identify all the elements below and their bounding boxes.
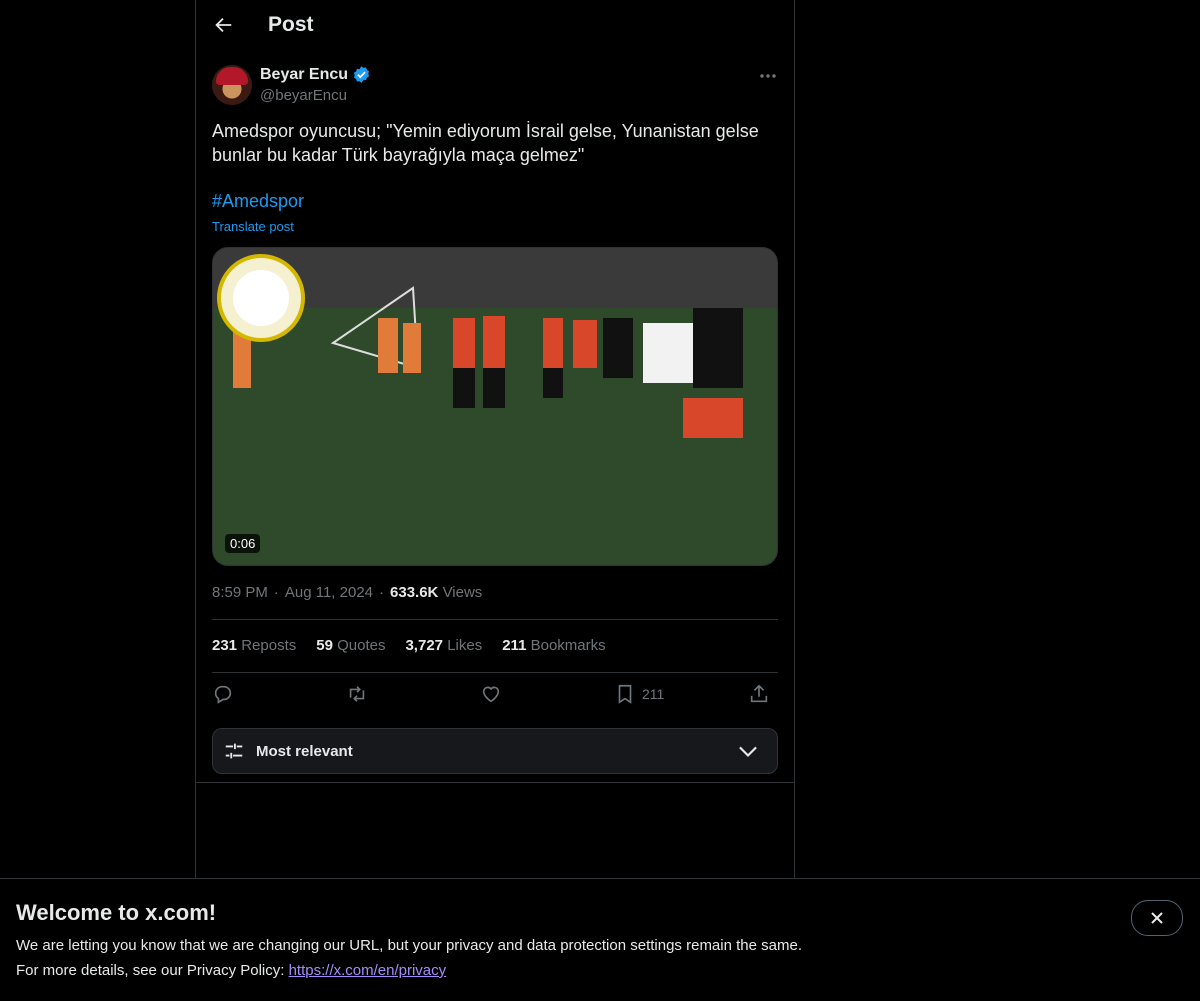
verified-badge-icon bbox=[354, 66, 370, 83]
divider bbox=[212, 672, 778, 673]
bookmark-button[interactable]: 211 bbox=[614, 683, 664, 705]
avatar[interactable] bbox=[212, 65, 252, 105]
more-options-icon[interactable] bbox=[756, 64, 780, 88]
bookmark-icon bbox=[618, 684, 632, 704]
engagement-stats: 231 Reposts 59 Quotes 3,727 Likes 211 Bo… bbox=[212, 637, 606, 654]
author-name-row: Beyar Encu bbox=[260, 65, 371, 84]
page-title: Post bbox=[268, 13, 314, 36]
chevron-down-icon bbox=[739, 746, 757, 758]
meta-separator: · bbox=[273, 584, 279, 601]
close-icon bbox=[1151, 912, 1163, 924]
video-duration: 0:06 bbox=[225, 534, 261, 553]
meta-separator: · bbox=[379, 584, 385, 601]
post-column: Post Beyar Encu @beyarEncu Amedspor oyun… bbox=[195, 0, 795, 878]
back-arrow-icon[interactable] bbox=[212, 14, 234, 36]
heart-icon bbox=[482, 686, 500, 703]
privacy-policy-link[interactable]: https://x.com/en/privacy bbox=[289, 962, 447, 979]
post-date[interactable]: Aug 11, 2024 bbox=[285, 584, 373, 601]
banner-close-button[interactable] bbox=[1131, 900, 1183, 936]
share-button[interactable] bbox=[748, 683, 770, 705]
hashtag-link[interactable]: #Amedspor bbox=[212, 191, 304, 212]
sliders-icon bbox=[225, 743, 243, 759]
post-header: Post bbox=[196, 0, 794, 55]
share-icon bbox=[750, 684, 768, 703]
divider bbox=[212, 619, 778, 620]
stat-bookmarks[interactable]: 211 Bookmarks bbox=[502, 637, 605, 654]
author-name[interactable]: Beyar Encu bbox=[260, 66, 348, 84]
welcome-banner: Welcome to x.com! We are letting you kno… bbox=[0, 878, 1200, 1001]
views-count: 633.6K bbox=[390, 584, 439, 601]
stat-reposts[interactable]: 231 Reposts bbox=[212, 637, 296, 654]
reply-button[interactable] bbox=[212, 683, 234, 705]
sort-label: Most relevant bbox=[256, 743, 353, 760]
reply-icon bbox=[214, 685, 232, 704]
banner-title: Welcome to x.com! bbox=[16, 900, 217, 925]
reply-sort-dropdown[interactable]: Most relevant bbox=[212, 728, 778, 774]
like-button[interactable] bbox=[480, 683, 502, 705]
stat-likes[interactable]: 3,727 Likes bbox=[405, 637, 482, 654]
divider bbox=[196, 782, 794, 783]
stat-quotes[interactable]: 59 Quotes bbox=[316, 637, 385, 654]
repost-icon bbox=[349, 686, 365, 702]
post-time[interactable]: 8:59 PM bbox=[212, 584, 268, 601]
banner-text: We are letting you know that we are chan… bbox=[16, 937, 802, 954]
action-bar: 211 bbox=[212, 683, 778, 711]
author-handle[interactable]: @beyarEncu bbox=[260, 87, 347, 104]
bookmark-count: 211 bbox=[642, 686, 665, 702]
banner-privacy-line: For more details, see our Privacy Policy… bbox=[16, 962, 446, 979]
views-label: Views bbox=[442, 584, 483, 601]
translate-post-link[interactable]: Translate post bbox=[212, 219, 294, 234]
post-meta: 8:59 PM · Aug 11, 2024 · 633.6K Views bbox=[212, 584, 482, 601]
video-thumbnail bbox=[213, 248, 777, 565]
repost-button[interactable] bbox=[346, 683, 368, 705]
video-player[interactable]: 0:06 bbox=[212, 247, 778, 566]
post-text: Amedspor oyuncusu; "Yemin ediyorum İsrai… bbox=[212, 121, 759, 165]
banner-privacy-prefix: For more details, see our Privacy Policy… bbox=[16, 962, 289, 979]
